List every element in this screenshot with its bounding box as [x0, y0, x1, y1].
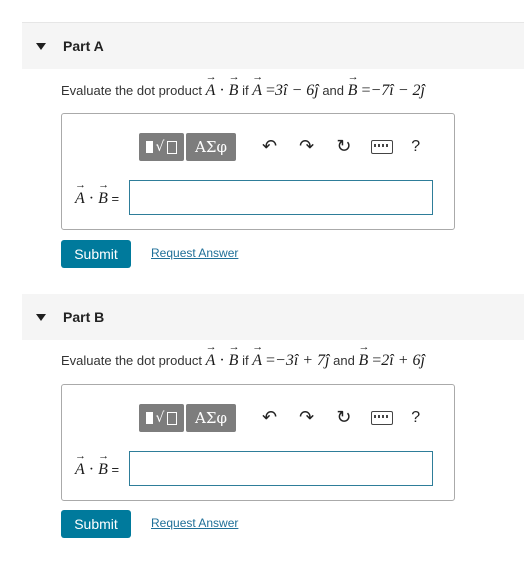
part-b-answer-input[interactable] — [129, 451, 433, 486]
keyboard-icon[interactable] — [371, 140, 394, 154]
question-if: if — [242, 353, 249, 368]
help-button[interactable]: ? — [411, 409, 420, 427]
dot-product-expression: A · B — [206, 71, 239, 100]
question-and: and — [322, 83, 345, 98]
question-if: if — [242, 83, 249, 98]
vector-a-expression: −3î + 7ĵ — [275, 352, 330, 369]
answer-equals: = — [111, 191, 120, 206]
question-prefix: Evaluate the dot product — [61, 353, 202, 368]
part-a-submit-button[interactable]: Submit — [61, 240, 131, 268]
part-b-question: Evaluate the dot product A · B if A = −3… — [61, 341, 425, 370]
sqrt-icon: √ — [155, 139, 165, 155]
part-a-header[interactable]: Part A — [22, 23, 524, 69]
question-prefix: Evaluate the dot product — [61, 83, 202, 98]
part-b-request-answer-link[interactable]: Request Answer — [151, 516, 238, 530]
answer-equals: = — [111, 462, 120, 477]
vector-b-definition: B = — [348, 71, 371, 100]
vector-b-expression: 2î + 6ĵ — [381, 352, 425, 369]
part-a-answer-input[interactable] — [129, 180, 433, 215]
template-box-icon — [167, 411, 178, 425]
redo-icon[interactable]: ↷ — [299, 409, 314, 427]
template-box-icon — [167, 140, 178, 154]
help-button[interactable]: ? — [411, 138, 420, 156]
part-b-submit-button[interactable]: Submit — [61, 510, 131, 538]
redo-icon[interactable]: ↷ — [299, 138, 314, 156]
part-b-title: Part B — [63, 309, 105, 325]
part-a-question: Evaluate the dot product A · B if A = 3î… — [61, 71, 425, 100]
symbols-button[interactable]: ΑΣφ — [186, 404, 236, 432]
template-block-icon — [145, 412, 153, 424]
collapse-triangle-icon[interactable] — [36, 42, 46, 50]
reset-icon[interactable]: ↻ — [336, 409, 351, 427]
sqrt-icon: √ — [155, 410, 165, 426]
templates-button[interactable]: √ — [139, 404, 184, 432]
reset-icon[interactable]: ↻ — [336, 138, 351, 156]
vector-b-definition: B = — [358, 341, 381, 370]
collapse-triangle-icon[interactable] — [36, 313, 46, 321]
vector-a-expression: 3î − 6ĵ — [275, 82, 319, 99]
answer-label-math: A · B — [75, 450, 108, 479]
part-b-header[interactable]: Part B — [22, 294, 524, 340]
math-toolbar: √ ΑΣφ ↶ ↷ ↻ ? — [139, 133, 420, 161]
vector-b-expression: −7î − 2ĵ — [370, 82, 425, 99]
answer-label-math: A · B — [75, 179, 108, 208]
dot-product-expression: A · B — [206, 341, 239, 370]
vector-a-definition: A = — [252, 71, 275, 100]
answer-label: A · B = — [75, 450, 120, 479]
part-a-request-answer-link[interactable]: Request Answer — [151, 246, 238, 260]
math-toolbar: √ ΑΣφ ↶ ↷ ↻ ? — [139, 404, 420, 432]
keyboard-icon[interactable] — [371, 411, 394, 425]
vector-a-definition: A = — [252, 341, 275, 370]
template-block-icon — [145, 141, 153, 153]
part-a-title: Part A — [63, 38, 104, 54]
symbols-button[interactable]: ΑΣφ — [186, 133, 236, 161]
undo-icon[interactable]: ↶ — [262, 409, 277, 427]
templates-button[interactable]: √ — [139, 133, 184, 161]
part-b-answer-box: √ ΑΣφ ↶ ↷ ↻ ? A · B = — [61, 384, 455, 501]
part-a-answer-box: √ ΑΣφ ↶ ↷ ↻ ? A · B = — [61, 113, 455, 230]
answer-label: A · B = — [75, 179, 120, 208]
undo-icon[interactable]: ↶ — [262, 138, 277, 156]
question-and: and — [333, 353, 355, 368]
